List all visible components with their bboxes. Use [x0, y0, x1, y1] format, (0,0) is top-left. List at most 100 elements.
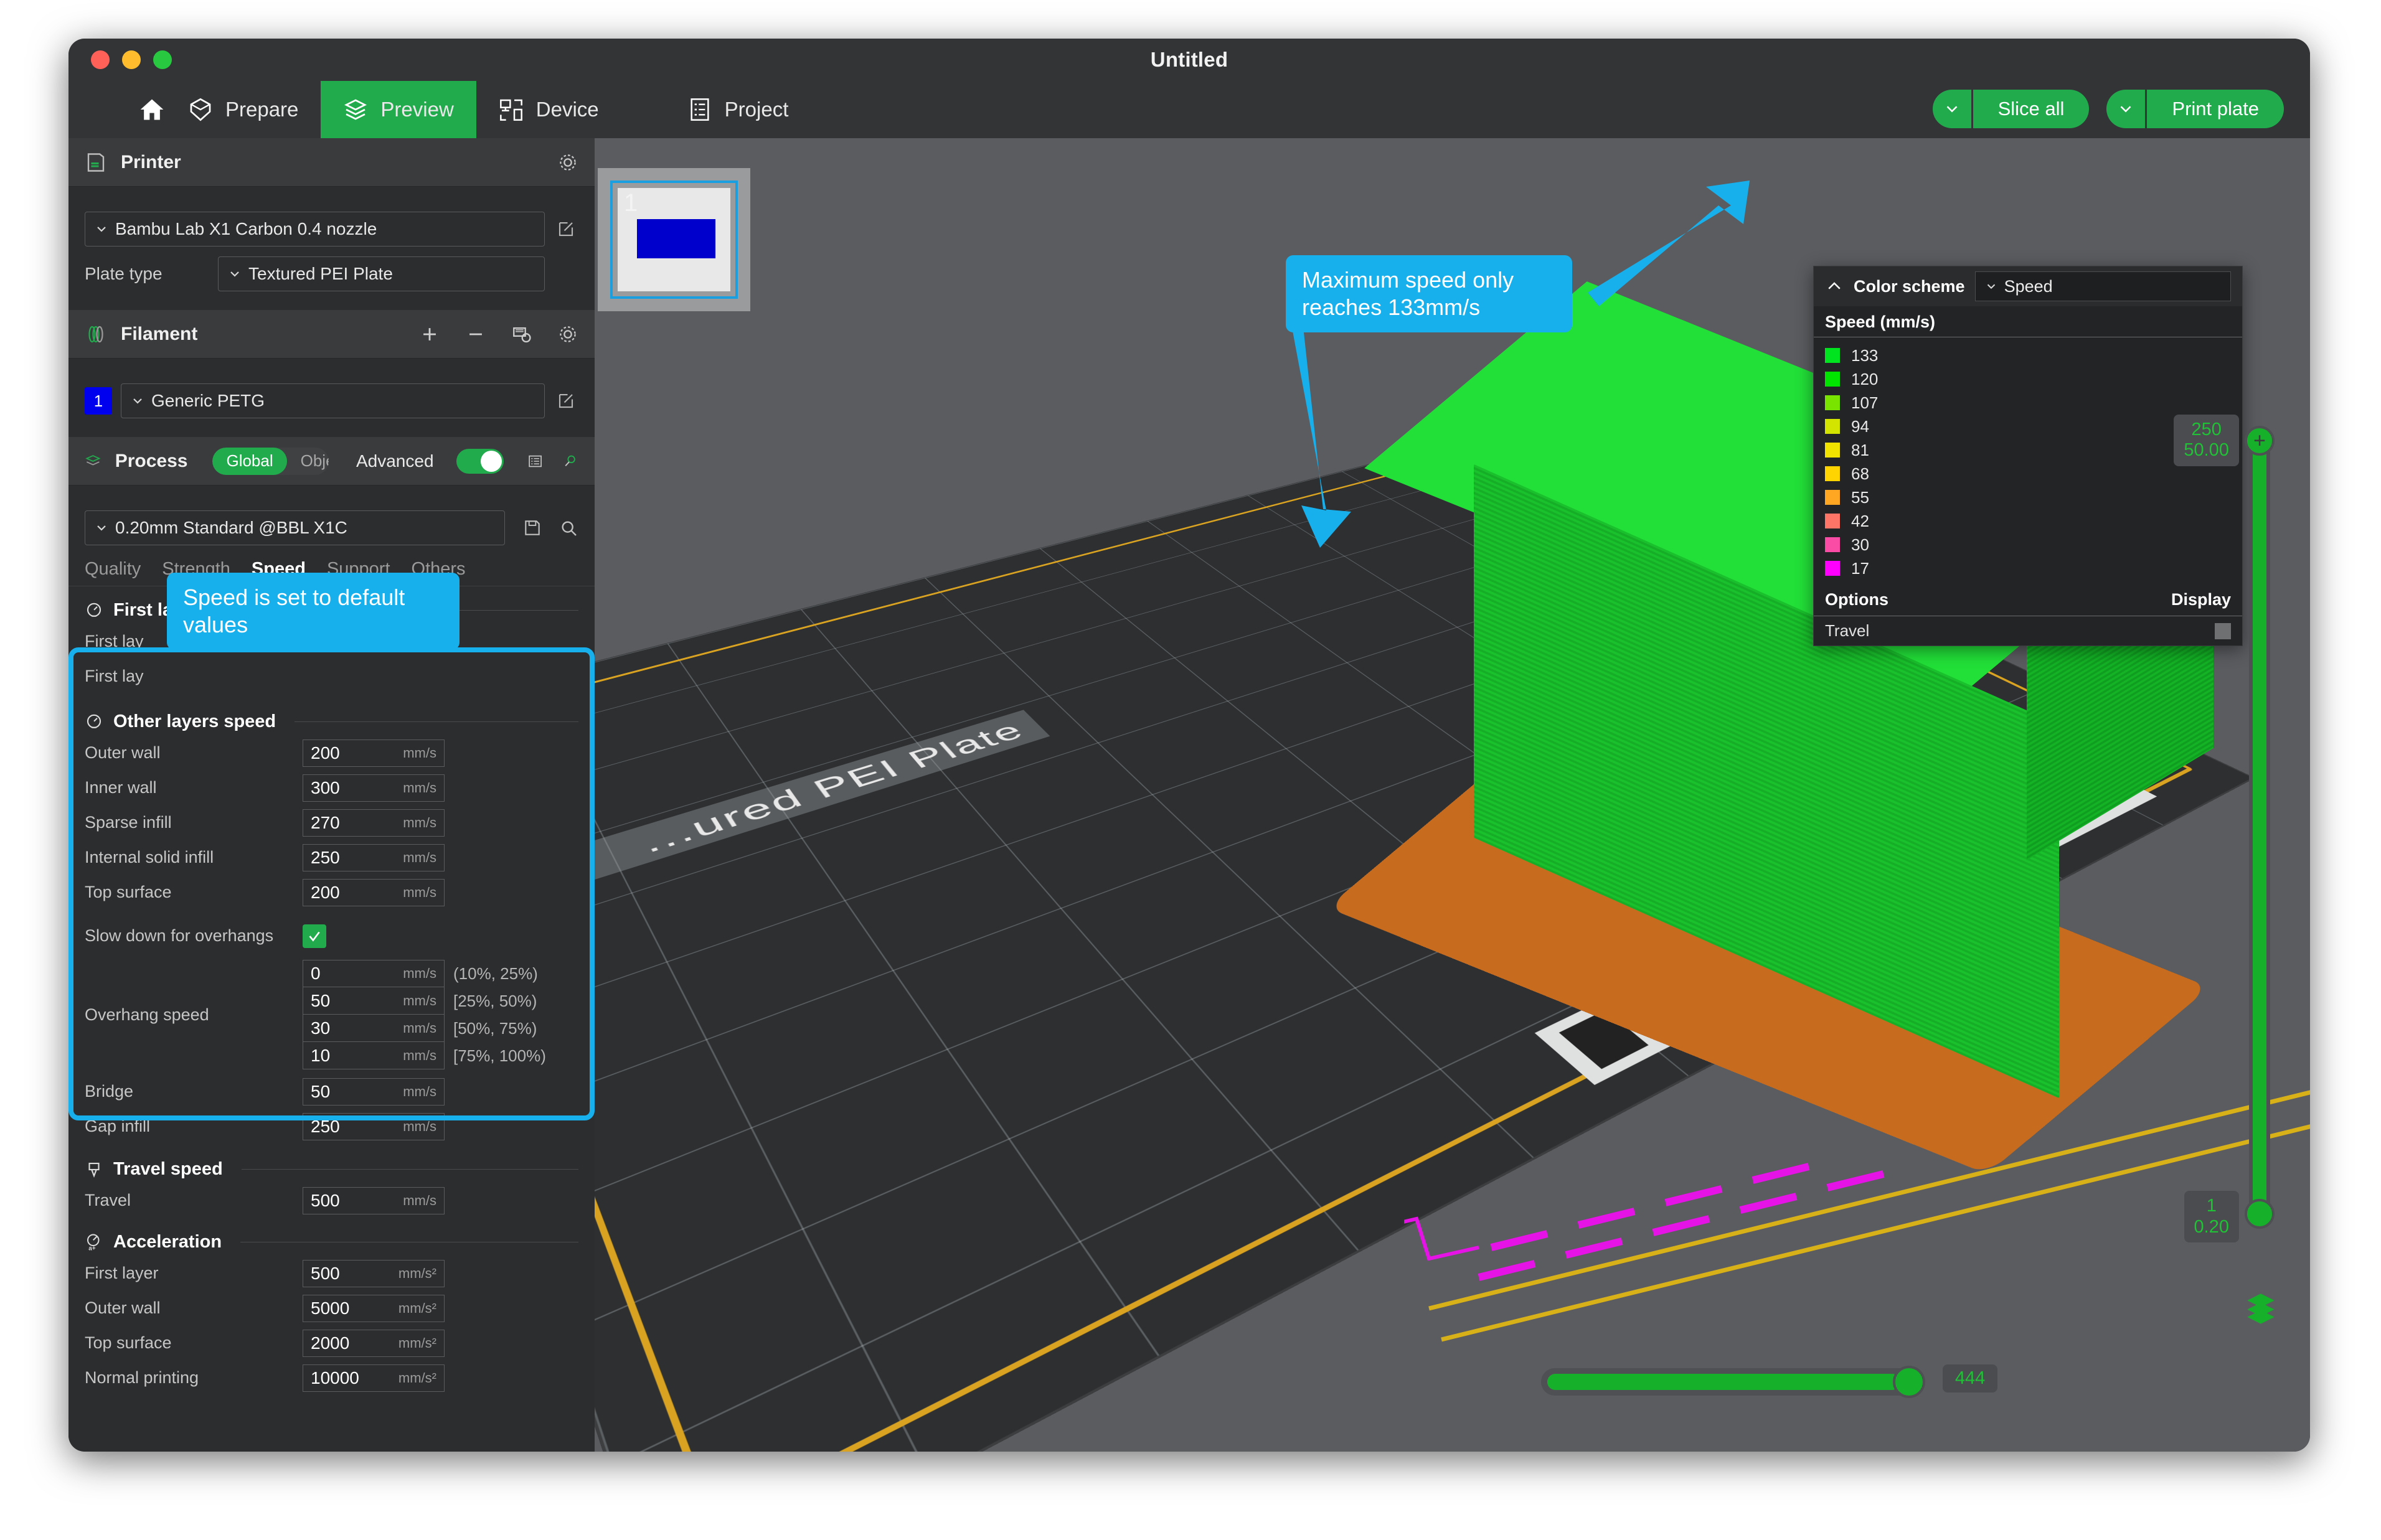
plate-thumbnail-canvas: 1	[618, 188, 730, 291]
print-plate-button[interactable]: Print plate	[2147, 90, 2284, 128]
moves-slider-handle[interactable]	[1893, 1366, 1925, 1398]
param-slow-down-overhangs[interactable]: Slow down for overhangs	[85, 919, 578, 954]
param-outer-wall[interactable]: Outer wall 200 mm/s	[85, 736, 578, 771]
search-params-icon[interactable]	[563, 451, 578, 472]
save-preset-icon[interactable]	[522, 518, 542, 538]
travel-speed-title: Travel speed	[113, 1159, 223, 1179]
legend-option-travel[interactable]: Travel	[1814, 616, 2242, 646]
param-bridge-input[interactable]: 50 mm/s	[303, 1078, 445, 1106]
scope-objects-pill[interactable]: Objects	[287, 448, 329, 475]
param-travel[interactable]: Travel 500 mm/s	[85, 1183, 578, 1218]
tab-quality[interactable]: Quality	[85, 559, 141, 586]
legend-option-travel-label: Travel	[1825, 621, 1870, 640]
param-accel-outer-wall[interactable]: Outer wall 5000 mm/s²	[85, 1291, 578, 1326]
layer-slider-bottom-handle[interactable]	[2245, 1199, 2275, 1229]
overhang-range-2: [25%, 50%)	[453, 991, 537, 1010]
plate-type-row[interactable]: Plate type Textured PEI Plate	[85, 256, 578, 291]
remove-filament-icon[interactable]	[465, 324, 486, 345]
slow-down-overhangs-checkbox[interactable]	[303, 924, 326, 948]
print-plate-split-button[interactable]: Print plate	[2106, 90, 2284, 128]
param-outer-wall-label: Outer wall	[85, 743, 161, 763]
overhang-input-2[interactable]: 50 mm/s	[303, 987, 445, 1015]
param-accel-outer-wall-input[interactable]: 5000 mm/s²	[303, 1295, 445, 1322]
param-top-surface-input[interactable]: 200 mm/s	[303, 879, 445, 906]
chevron-up-icon[interactable]	[1825, 277, 1844, 296]
param-travel-input[interactable]: 500 mm/s	[303, 1187, 445, 1214]
param-accel-first-layer[interactable]: First layer 500 mm/s²	[85, 1256, 578, 1291]
process-preset-row[interactable]: 0.20mm Standard @BBL X1C	[85, 510, 578, 545]
param-top-surface-unit: mm/s	[403, 885, 436, 900]
param-gap-infill-input[interactable]: 250 mm/s	[303, 1113, 445, 1140]
settings-sidebar[interactable]: Printer Bambu Lab X1 Carbon 0.4 nozzle P…	[68, 138, 595, 1452]
param-overhang-speed[interactable]: Overhang speed 0 mm/s (10%, 25%) 50 mm/s…	[85, 960, 578, 1069]
layer-slider[interactable]: + 250 50.00 1 0.20	[2174, 415, 2275, 1242]
legend-value: 55	[1851, 487, 1869, 507]
edit-filament-preset-icon[interactable]	[554, 392, 578, 410]
slice-all-dropdown[interactable]	[1932, 90, 1971, 128]
legend-option-travel-checkbox[interactable]	[2215, 622, 2231, 639]
param-sparse-infill-input[interactable]: 270 mm/s	[303, 809, 445, 837]
param-accel-top-surface-input[interactable]: 2000 mm/s²	[303, 1330, 445, 1357]
param-internal-solid-infill[interactable]: Internal solid infill 250 mm/s	[85, 840, 578, 875]
overhang-row-4[interactable]: 10 mm/s [75%, 100%)	[303, 1042, 546, 1069]
compare-list-icon[interactable]	[527, 451, 543, 472]
printer-preset-row[interactable]: Bambu Lab X1 Carbon 0.4 nozzle	[85, 212, 578, 246]
slice-all-split-button[interactable]: Slice all	[1932, 90, 2090, 128]
tab-project[interactable]: Project	[665, 81, 811, 138]
param-internal-solid-infill-input[interactable]: 250 mm/s	[303, 844, 445, 871]
overhang-input-4[interactable]: 10 mm/s	[303, 1042, 445, 1069]
printer-preset-select[interactable]: Bambu Lab X1 Carbon 0.4 nozzle	[85, 212, 545, 246]
layers-toggle-icon[interactable]	[2243, 1289, 2279, 1333]
param-accel-normal-printing[interactable]: Normal printing 10000 mm/s²	[85, 1361, 578, 1396]
tab-preview[interactable]: Preview	[321, 81, 476, 138]
legend-swatch	[1825, 348, 1840, 363]
legend-display-label: Display	[2171, 590, 2231, 609]
color-scheme-select[interactable]: Speed	[1974, 271, 2231, 301]
gear-icon[interactable]	[557, 152, 578, 173]
gear-icon[interactable]	[557, 324, 578, 345]
filament-preset-row[interactable]: 1 Generic PETG	[85, 383, 578, 418]
param-top-surface[interactable]: Top surface 200 mm/s	[85, 875, 578, 910]
param-bridge[interactable]: Bridge 50 mm/s	[85, 1074, 578, 1109]
param-accel-top-surface[interactable]: Top surface 2000 mm/s²	[85, 1326, 578, 1361]
overhang-row-1[interactable]: 0 mm/s (10%, 25%)	[303, 960, 546, 987]
tab-device[interactable]: Device	[476, 81, 621, 138]
tab-project-label: Project	[724, 98, 789, 121]
moves-slider[interactable]: 444	[1541, 1364, 1998, 1398]
edit-printer-preset-icon[interactable]	[554, 220, 578, 238]
plate-thumbnail[interactable]: 1	[598, 168, 750, 311]
overhang-input-3[interactable]: 30 mm/s	[303, 1015, 445, 1042]
slice-all-button[interactable]: Slice all	[1973, 90, 2090, 128]
overhang-input-1[interactable]: 0 mm/s	[303, 960, 445, 987]
overhang-value-1: 0	[311, 964, 321, 983]
plate-thumbnail-object	[636, 218, 716, 258]
param-accel-first-layer-input[interactable]: 500 mm/s²	[303, 1260, 445, 1287]
param-gap-infill[interactable]: Gap infill 250 mm/s	[85, 1109, 578, 1144]
tab-prepare[interactable]: Prepare	[166, 81, 321, 138]
param-accel-normal-printing-input[interactable]: 10000 mm/s²	[303, 1364, 445, 1392]
plate-thumbnail-selected[interactable]: 1	[610, 181, 738, 299]
home-button[interactable]	[138, 96, 166, 123]
preview-viewport[interactable]: ...ured PEI Plate PLA/ABS/TPU/PC	[595, 138, 2310, 1452]
search-preset-icon[interactable]	[559, 518, 578, 538]
process-preset-select[interactable]: 0.20mm Standard @BBL X1C	[85, 510, 505, 545]
advanced-toggle[interactable]	[456, 448, 504, 474]
legend-value: 107	[1851, 393, 1879, 412]
layer-slider-top-handle[interactable]: +	[2245, 426, 2275, 456]
first-layer-row-2[interactable]: First lay	[85, 659, 578, 694]
overhang-value-4: 10	[311, 1045, 331, 1065]
overhang-row-3[interactable]: 30 mm/s [50%, 75%)	[303, 1015, 546, 1042]
param-inner-wall-input[interactable]: 300 mm/s	[303, 774, 445, 802]
overhang-row-2[interactable]: 50 mm/s [25%, 50%)	[303, 987, 546, 1015]
filament-sync-icon[interactable]	[511, 324, 532, 345]
print-plate-dropdown[interactable]	[2106, 90, 2146, 128]
add-filament-icon[interactable]	[419, 324, 440, 345]
scope-global-pill[interactable]: Global	[212, 447, 287, 475]
filament-preset-select[interactable]: Generic PETG	[121, 383, 545, 418]
param-inner-wall[interactable]: Inner wall 300 mm/s	[85, 771, 578, 805]
param-outer-wall-input[interactable]: 200 mm/s	[303, 739, 445, 767]
process-scope-toggle[interactable]: Global Objects	[212, 447, 329, 475]
plate-type-select[interactable]: Textured PEI Plate	[218, 256, 545, 291]
param-sparse-infill[interactable]: Sparse infill 270 mm/s	[85, 805, 578, 840]
param-accel-top-surface-value: 2000	[311, 1333, 350, 1353]
